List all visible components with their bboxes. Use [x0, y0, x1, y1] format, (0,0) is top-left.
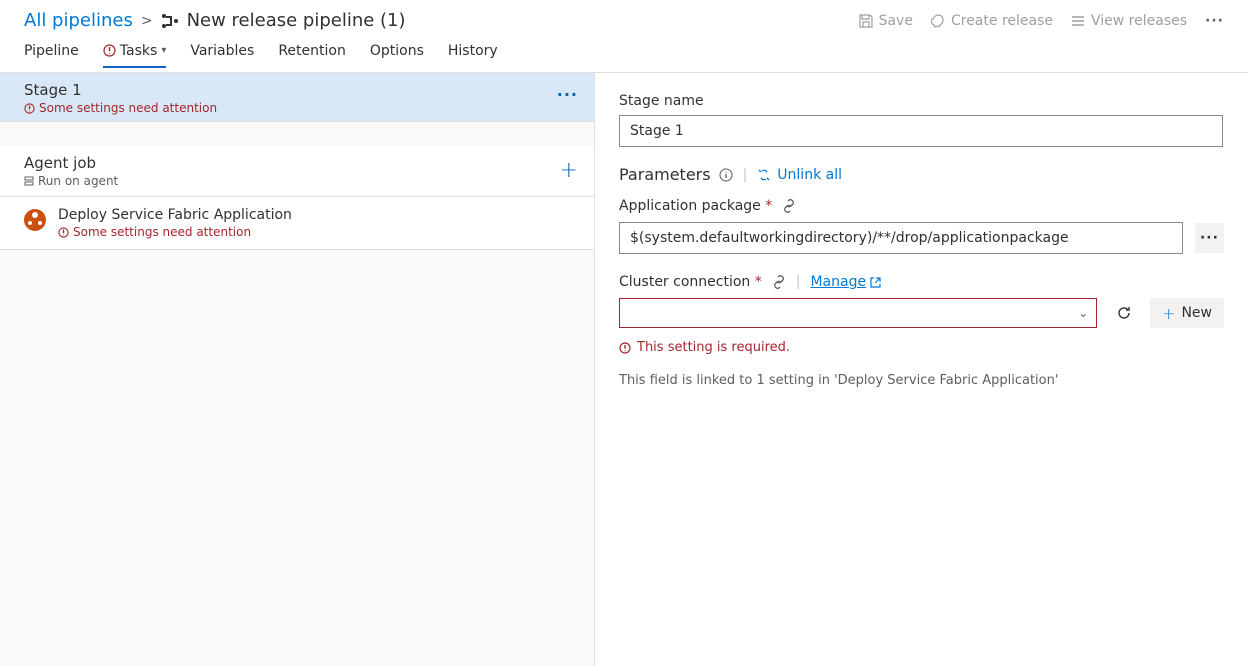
tab-options[interactable]: Options: [370, 43, 424, 67]
error-icon: [103, 44, 116, 57]
create-release-button[interactable]: Create release: [931, 13, 1053, 29]
cluster-label: Cluster connection *: [619, 274, 762, 290]
header-actions: Save Create release View releases ···: [859, 13, 1224, 29]
job-name: Agent job: [24, 154, 118, 172]
server-icon: [24, 176, 34, 186]
chevron-right-icon: >: [141, 13, 153, 29]
stage-name-label: Stage name: [619, 93, 1224, 109]
add-task-button[interactable]: +: [560, 154, 578, 182]
external-link-icon: [870, 277, 881, 288]
agent-job-row[interactable]: Agent job Run on agent +: [0, 146, 594, 197]
list-icon: [1071, 14, 1085, 28]
plus-icon: +: [1162, 304, 1175, 323]
stage-header[interactable]: Stage 1 Some settings need attention ···: [0, 73, 594, 122]
unlink-all-button[interactable]: Unlink all: [757, 167, 842, 183]
rocket-icon: [931, 14, 945, 28]
task-warning: Some settings need attention: [58, 225, 292, 239]
unlink-icon: [757, 168, 771, 182]
required-error: This setting is required.: [619, 340, 1224, 355]
save-icon: [859, 14, 873, 28]
cluster-select[interactable]: ⌄: [619, 298, 1097, 328]
new-connection-button[interactable]: + New: [1150, 298, 1224, 328]
job-sub: Run on agent: [24, 174, 118, 188]
refresh-icon: [1116, 305, 1132, 321]
right-panel: Stage name Parameters | Unlink all Appli…: [595, 73, 1248, 666]
link-icon[interactable]: [772, 275, 786, 289]
info-icon: [719, 168, 733, 182]
help-text: This field is linked to 1 setting in 'De…: [619, 373, 1224, 388]
view-releases-button[interactable]: View releases: [1071, 13, 1187, 29]
page-title: New release pipeline (1): [187, 10, 406, 31]
tab-bar: Pipeline Tasks ▾ Variables Retention Opt…: [0, 37, 1248, 73]
service-fabric-icon: [24, 209, 46, 231]
tab-history[interactable]: History: [448, 43, 498, 67]
stage-warning: Some settings need attention: [24, 101, 217, 115]
breadcrumb-root[interactable]: All pipelines: [24, 10, 133, 31]
tab-variables[interactable]: Variables: [190, 43, 254, 67]
task-row[interactable]: Deploy Service Fabric Application Some s…: [0, 197, 594, 250]
tab-tasks[interactable]: Tasks ▾: [103, 43, 167, 67]
error-icon: [24, 103, 35, 114]
manage-link[interactable]: Manage: [810, 274, 881, 290]
stage-menu-button[interactable]: ···: [557, 81, 578, 104]
error-icon: [619, 342, 631, 354]
save-button[interactable]: Save: [859, 13, 913, 29]
error-icon: [58, 227, 69, 238]
left-panel: Stage 1 Some settings need attention ···…: [0, 73, 595, 666]
tab-pipeline[interactable]: Pipeline: [24, 43, 79, 67]
parameters-title: Parameters: [619, 165, 711, 184]
chevron-down-icon: ⌄: [1078, 306, 1088, 320]
app-package-input[interactable]: [619, 222, 1183, 254]
main: Stage 1 Some settings need attention ···…: [0, 73, 1248, 666]
more-actions-button[interactable]: ···: [1205, 13, 1224, 29]
stage-name: Stage 1: [24, 81, 217, 99]
pipeline-icon: [161, 14, 179, 28]
header: All pipelines > New release pipeline (1)…: [0, 0, 1248, 37]
chevron-down-icon: ▾: [161, 45, 166, 56]
stage-name-input[interactable]: [619, 115, 1223, 147]
task-name: Deploy Service Fabric Application: [58, 207, 292, 223]
tab-retention[interactable]: Retention: [278, 43, 346, 67]
app-package-label: Application package *: [619, 198, 772, 214]
app-package-more-button[interactable]: ···: [1195, 223, 1224, 253]
breadcrumb: All pipelines > New release pipeline (1): [24, 10, 406, 31]
refresh-button[interactable]: [1111, 300, 1136, 326]
link-icon[interactable]: [782, 199, 796, 213]
